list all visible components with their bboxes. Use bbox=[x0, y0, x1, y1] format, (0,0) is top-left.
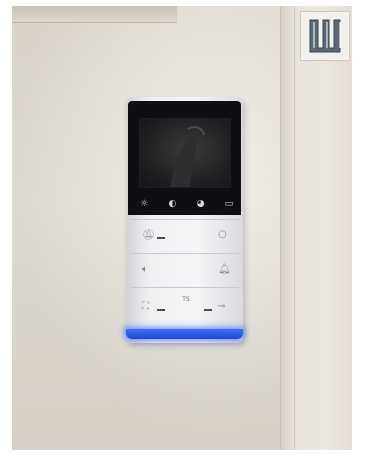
key-row-1[interactable]: 🔕︎ ○ bbox=[130, 219, 239, 254]
bell-mute-icon: 🔕︎ bbox=[142, 230, 155, 241]
contrast-icon[interactable]: ◐ bbox=[165, 199, 179, 209]
brand-mark: TS bbox=[182, 296, 190, 303]
indicator-dash bbox=[157, 309, 165, 311]
intercom-top-panel: ☼ ◐ ◕ ▭ bbox=[128, 101, 241, 215]
bell-icon: 🔔︎ bbox=[218, 264, 231, 275]
color-icon[interactable]: ◕ bbox=[194, 199, 208, 209]
key-row-2[interactable]: 🔈︎ 🔔︎ bbox=[130, 253, 239, 288]
watermark-logo bbox=[300, 11, 350, 61]
key-icon: ⊸ bbox=[217, 301, 226, 312]
display-controls: ☼ ◐ ◕ ▭ bbox=[130, 197, 243, 211]
brightness-icon[interactable]: ☼ bbox=[137, 199, 151, 209]
video-intercom: ☼ ◐ ◕ ▭ 🔕︎ ○ 🔈︎ 🔔︎ ⛶ ⊸ TS bbox=[126, 97, 243, 343]
aspect-icon[interactable]: ▭ bbox=[222, 199, 236, 209]
door-release-icon: ⛶ bbox=[142, 301, 149, 312]
key-row-3[interactable]: ⛶ ⊸ bbox=[130, 287, 239, 328]
intercom-keypad: 🔕︎ ○ 🔈︎ 🔔︎ ⛶ ⊸ bbox=[130, 219, 239, 327]
door-frame bbox=[280, 6, 352, 450]
w-monogram-icon bbox=[309, 19, 341, 53]
volume-icon: 🔈︎ bbox=[142, 264, 148, 275]
screen-reflection bbox=[170, 126, 205, 187]
status-led-bar bbox=[126, 329, 243, 339]
circle-icon: ○ bbox=[218, 229, 227, 240]
indicator-dash bbox=[204, 309, 212, 311]
video-screen bbox=[139, 118, 231, 188]
indicator-dash bbox=[157, 237, 165, 239]
picture-frame-edge bbox=[12, 6, 177, 23]
door-frame-seam bbox=[294, 6, 295, 450]
